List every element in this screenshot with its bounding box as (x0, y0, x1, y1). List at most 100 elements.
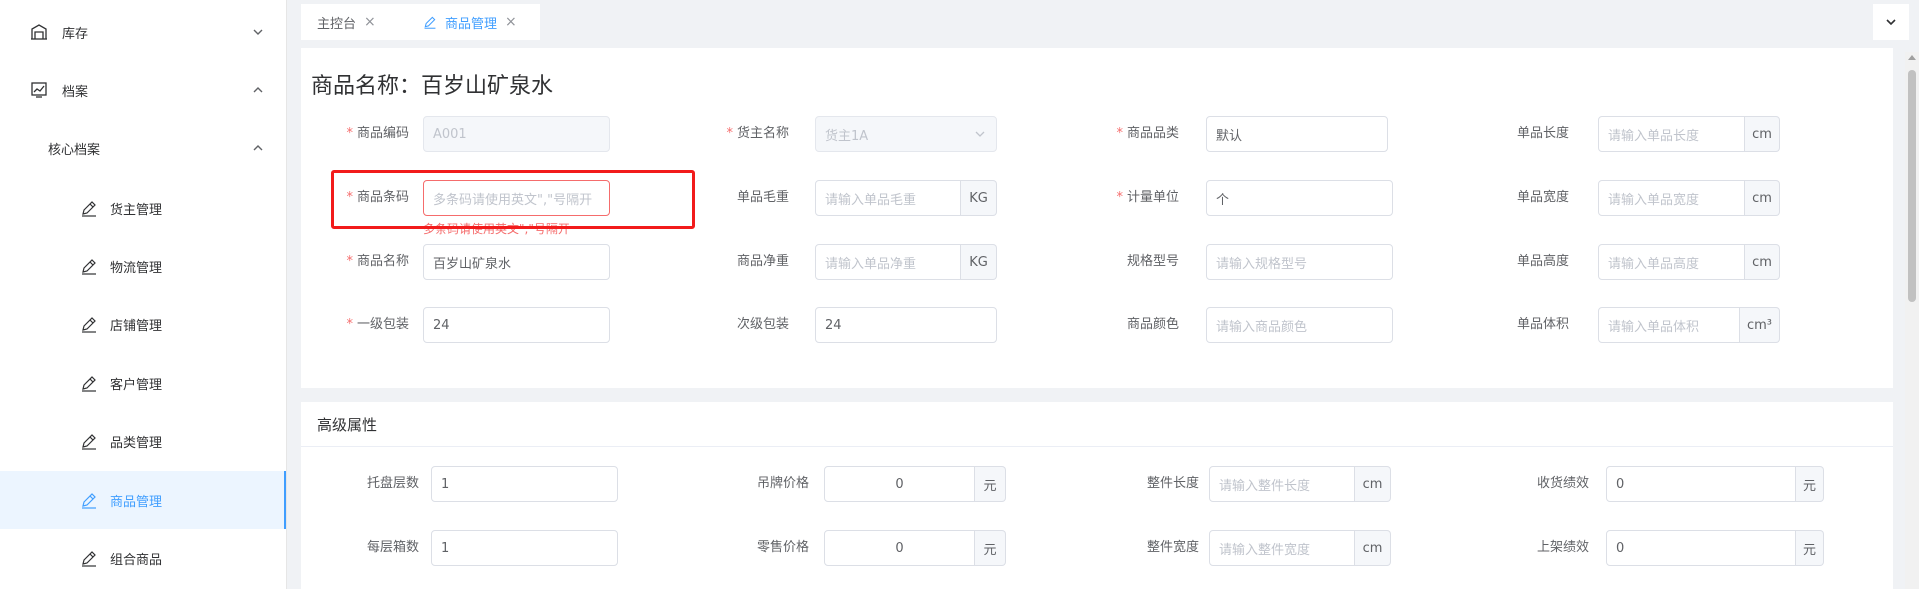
warehouse-icon (30, 23, 48, 41)
unit-suffix: KG (961, 180, 997, 216)
sidebar-item-label: 商品管理 (110, 494, 163, 510)
field-label: 商品颜色 (1126, 317, 1179, 332)
close-icon[interactable]: × (505, 15, 517, 29)
edit-icon (80, 374, 98, 392)
tab-product-mgmt[interactable]: 商品管理 × (407, 4, 540, 40)
sidebar-item-label: 物流管理 (110, 260, 163, 276)
field-label: * 计量单位 (1116, 190, 1179, 205)
volume-input[interactable]: 请输入单品体积 (1598, 307, 1740, 343)
sidebar-item-label: 货主管理 (110, 202, 163, 218)
edit-icon (80, 491, 98, 509)
unit-suffix: cm (1745, 116, 1780, 152)
field-label: 次级包装 (736, 317, 789, 332)
sidebar-item-archive[interactable]: 档案 (0, 61, 286, 119)
pack1-input[interactable]: 24 (423, 307, 610, 343)
field-label: 吊牌价格 (756, 476, 809, 491)
field-label: * 商品名称 (346, 254, 409, 269)
field-label: 单品毛重 (736, 190, 789, 205)
length-input[interactable]: 请输入单品长度 (1598, 116, 1745, 152)
unit-suffix: KG (961, 244, 997, 280)
scrollbar-thumb[interactable] (1908, 70, 1916, 302)
field-label: 单品高度 (1516, 254, 1569, 269)
tab-label: 商品管理 (445, 16, 498, 32)
receive-perf-input[interactable]: 0 (1606, 466, 1796, 502)
field-label: * 一级包装 (346, 317, 409, 332)
sidebar-item-logistics-mgmt[interactable]: 物流管理 (0, 237, 286, 295)
spec-input[interactable]: 请输入规格型号 (1206, 244, 1393, 280)
sidebar-item-label: 核心档案 (48, 142, 101, 158)
name-input[interactable]: 百岁山矿泉水 (423, 244, 610, 280)
chevron-down-icon (252, 26, 264, 38)
field-label: * 商品品类 (1116, 126, 1179, 141)
sidebar-item-inventory[interactable]: 库存 (0, 3, 286, 61)
field-label: 收货绩效 (1536, 476, 1589, 491)
scrollbar[interactable] (1905, 52, 1919, 589)
chevron-down-icon (1886, 19, 1896, 26)
tab-bar: 主控台 × 商品管理 × (287, 0, 1919, 44)
sidebar-item-label: 库存 (62, 26, 89, 42)
field-label: * 货主名称 (726, 126, 789, 141)
section-title: 高级属性 (317, 416, 378, 434)
chevron-up-icon (252, 142, 264, 154)
code-input[interactable]: A001 (423, 116, 610, 152)
retail-price-input[interactable]: 0 (824, 530, 975, 566)
shelve-perf-input[interactable]: 0 (1606, 530, 1796, 566)
net-weight-input[interactable]: 请输入单品净重 (815, 244, 961, 280)
sidebar-item-label: 客户管理 (110, 377, 163, 393)
unit-suffix: cm (1745, 180, 1780, 216)
pack2-input[interactable]: 24 (815, 307, 997, 343)
advanced-card: 高级属性 托盘层数 1 吊牌价格 0 元 整件长度 请输入整件长度 cm 收货绩… (301, 402, 1893, 589)
edit-icon (80, 549, 98, 567)
boxes-per-layer-input[interactable]: 1 (431, 530, 618, 566)
tab-menu-button[interactable] (1873, 4, 1909, 40)
unit-suffix: 元 (1796, 466, 1824, 502)
gross-weight-input[interactable]: 请输入单品毛重 (815, 180, 961, 216)
edit-icon (80, 432, 98, 450)
active-indicator (284, 471, 286, 529)
sidebar-item-core-archive[interactable]: 核心档案 (0, 119, 286, 177)
chevron-down-icon (974, 128, 986, 140)
sidebar-item-label: 组合商品 (110, 552, 163, 568)
tab-label: 主控台 (317, 16, 357, 32)
scroll-up-arrow[interactable] (1908, 55, 1916, 60)
page-title: 商品名称：百岁山矿泉水 (311, 74, 554, 99)
unit-suffix: 元 (975, 530, 1006, 566)
field-label: 商品净重 (736, 254, 789, 269)
case-length-input[interactable]: 请输入整件长度 (1209, 466, 1355, 502)
height-input[interactable]: 请输入单品高度 (1598, 244, 1745, 280)
field-label: 单品长度 (1516, 126, 1569, 141)
sidebar-item-combo-product[interactable]: 组合商品 (0, 529, 286, 587)
color-input[interactable]: 请输入商品颜色 (1206, 307, 1393, 343)
field-label: 单品宽度 (1516, 190, 1569, 205)
unit-suffix: cm (1355, 466, 1391, 502)
tab-dashboard[interactable]: 主控台 × (301, 4, 407, 40)
highlight-box (331, 170, 695, 229)
sidebar-item-label: 品类管理 (110, 435, 163, 451)
pallet-layers-input[interactable]: 1 (431, 466, 618, 502)
sidebar-item-category-mgmt[interactable]: 品类管理 (0, 412, 286, 470)
sidebar-item-store-mgmt[interactable]: 店铺管理 (0, 295, 286, 353)
field-label: 整件宽度 (1146, 540, 1199, 555)
unit-suffix: cm (1355, 530, 1391, 566)
sidebar-item-label: 档案 (62, 84, 89, 100)
field-label: 规格型号 (1126, 254, 1179, 269)
edit-icon (80, 315, 98, 333)
field-label: 每层箱数 (366, 540, 419, 555)
sidebar-item-customer-mgmt[interactable]: 客户管理 (0, 354, 286, 412)
field-label: 上架绩效 (1536, 540, 1589, 555)
field-label: * 商品编码 (346, 126, 409, 141)
unit-suffix: cm³ (1740, 307, 1780, 343)
case-width-input[interactable]: 请输入整件宽度 (1209, 530, 1355, 566)
edit-icon (80, 257, 98, 275)
tag-price-input[interactable]: 0 (824, 466, 975, 502)
archive-icon (30, 81, 48, 99)
sidebar-item-product-mgmt[interactable]: 商品管理 (0, 471, 286, 529)
sidebar-item-owner-mgmt[interactable]: 货主管理 (0, 179, 286, 237)
owner-select[interactable]: 货主1A (815, 116, 997, 152)
width-input[interactable]: 请输入单品宽度 (1598, 180, 1745, 216)
unit-suffix: 元 (975, 466, 1006, 502)
unit-input[interactable]: 个 (1206, 180, 1393, 216)
category-input[interactable]: 默认 (1206, 116, 1388, 152)
chevron-up-icon (252, 84, 264, 96)
close-icon[interactable]: × (364, 15, 376, 29)
